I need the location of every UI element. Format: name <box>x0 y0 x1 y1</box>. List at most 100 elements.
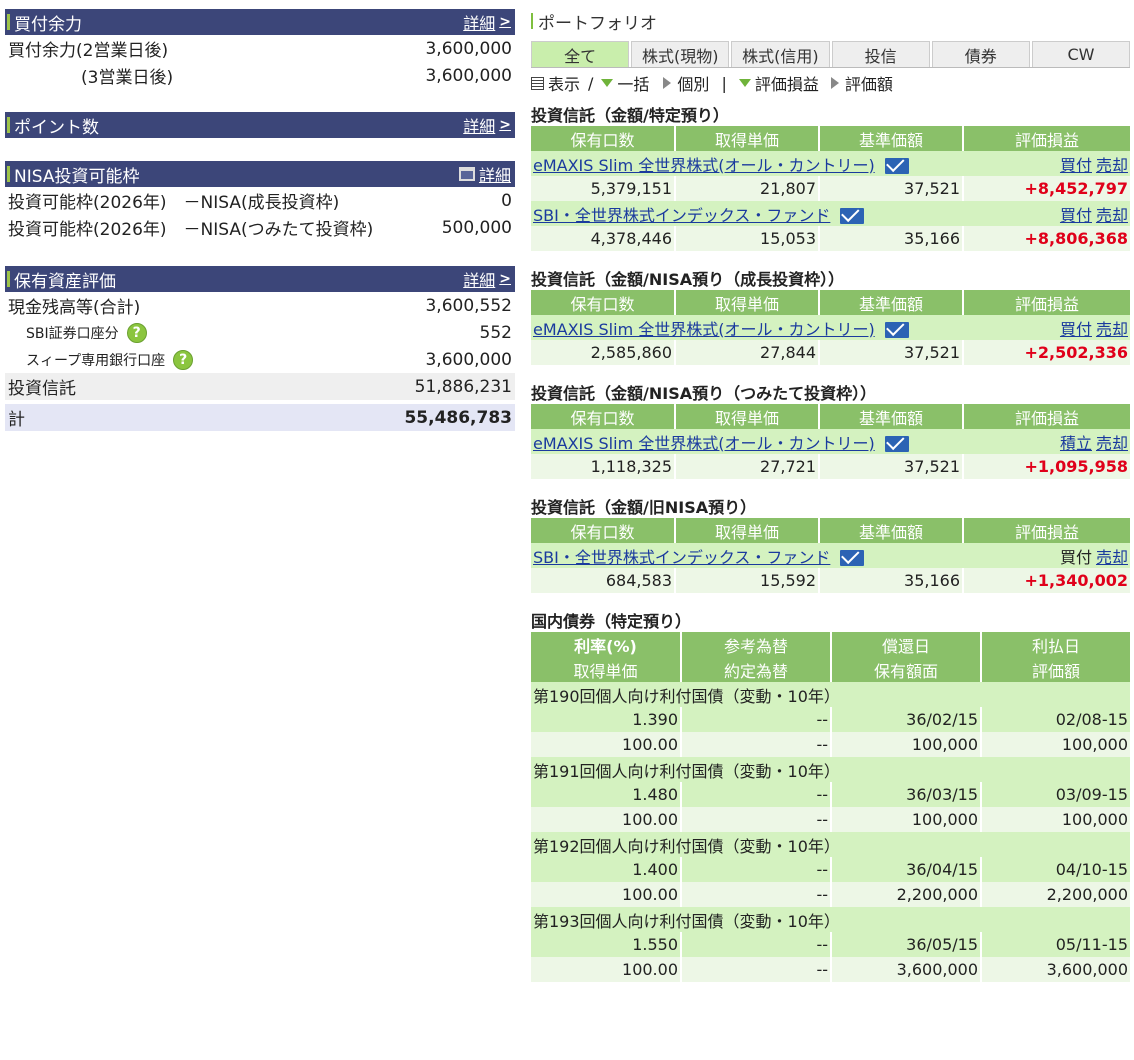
mail-icon[interactable] <box>884 436 909 452</box>
assets-title: 保有資産評価 <box>14 271 116 292</box>
row-value: 3,600,000 <box>425 38 512 59</box>
fund-name-link[interactable]: SBI・全世界株式インデックス・ファンド <box>533 548 830 567</box>
units-cell: 5,379,151 <box>531 176 676 201</box>
sweep-label: スィープ専用銀行口座 <box>26 352 166 369</box>
cost-cell: 15,053 <box>675 226 820 251</box>
detail-label[interactable]: 詳細 <box>463 113 495 137</box>
mail-icon[interactable] <box>840 550 865 566</box>
help-icon[interactable]: ? <box>126 322 147 343</box>
fund-name-link[interactable]: SBI・全世界株式インデックス・ファンド <box>533 206 830 225</box>
cash-label: 現金残高等(合計) <box>8 298 141 318</box>
view-gain-option[interactable]: 評価損益 <box>738 71 819 95</box>
individual-label[interactable]: 個別 <box>677 71 709 95</box>
fund-values-row: 4,378,446 15,053 35,166 +8,806,368 <box>531 226 1130 251</box>
view-bulk-option[interactable]: 一括 <box>601 71 649 95</box>
sbi-value: 552 <box>479 322 512 343</box>
fund-table: 保有口数 取得単価 基準価額 評価損益 eMAXIS Slim 全世界株式(オー… <box>531 290 1130 365</box>
bond-row-1: 1.480 -- 36/03/15 03/09-15 <box>531 782 1130 807</box>
header-cell: 取得単価 <box>675 126 820 151</box>
bond-row-2: 100.00 -- 100,000 100,000 <box>531 807 1130 832</box>
amount-label[interactable]: 評価額 <box>845 71 893 95</box>
title-bar-icon <box>531 13 533 29</box>
fx2-cell: -- <box>681 732 832 757</box>
face-cell: 3,600,000 <box>831 957 982 982</box>
fund-name-link[interactable]: eMAXIS Slim 全世界株式(オール・カントリー) <box>533 320 875 339</box>
section-title: 投資信託（金額/NISA預り（成長投資枠）） <box>531 270 845 289</box>
fx2-cell: -- <box>681 882 832 907</box>
fund-values-row: 1,118,325 27,721 37,521 +1,095,958 <box>531 454 1130 479</box>
value-cell: 100,000 <box>981 732 1130 757</box>
points-header: ポイント数 詳細 > <box>5 112 515 138</box>
view-individual-option[interactable]: 個別 <box>663 71 709 95</box>
points-detail-link[interactable]: 詳細 > <box>463 113 511 137</box>
fund-name-link[interactable]: eMAXIS Slim 全世界株式(オール・カントリー) <box>533 434 875 453</box>
header-cell: 基準価額 <box>819 518 964 543</box>
fx2-cell: -- <box>681 807 832 832</box>
help-icon[interactable]: ? <box>173 349 194 370</box>
maturity-cell: 36/03/15 <box>831 782 982 807</box>
mail-icon[interactable] <box>884 158 909 174</box>
mail-icon[interactable] <box>884 322 909 338</box>
bulk-label[interactable]: 一括 <box>617 71 649 95</box>
tab-all[interactable]: 全て <box>531 41 630 67</box>
mail-icon[interactable] <box>840 208 865 224</box>
fx-cell: -- <box>681 932 832 957</box>
detail-label[interactable]: 詳細 <box>479 162 511 186</box>
nisa-title: NISA投資可能枠 <box>14 166 140 187</box>
sell-link[interactable]: 売却 <box>1096 548 1128 567</box>
cash-row: 現金残高等(合計) 3,600,552 <box>5 292 515 319</box>
nav-cell: 35,166 <box>819 568 964 593</box>
view-amount-option[interactable]: 評価額 <box>830 71 893 95</box>
assets-detail-link[interactable]: 詳細 > <box>463 267 511 291</box>
cost-cell: 100.00 <box>531 957 682 982</box>
cost-cell: 100.00 <box>531 882 682 907</box>
detail-label[interactable]: 詳細 <box>463 267 495 291</box>
sell-link[interactable]: 売却 <box>1096 434 1128 453</box>
bond-name: 第190回個人向け利付国債（変動・10年） <box>531 682 1130 707</box>
tab-cw[interactable]: CW <box>1031 41 1131 67</box>
accumulate-link[interactable]: 積立 <box>1060 434 1092 453</box>
cost-cell: 21,807 <box>675 176 820 201</box>
tab-fund[interactable]: 投信 <box>831 41 930 67</box>
units-cell: 4,378,446 <box>531 226 676 251</box>
row-value: 500,000 <box>441 217 512 238</box>
pay-cell: 04/10-15 <box>981 857 1130 882</box>
pay-cell: 03/09-15 <box>981 782 1130 807</box>
buy-link[interactable]: 買付 <box>1060 320 1092 339</box>
fund-table: 保有口数 取得単価 基準価額 評価損益 eMAXIS Slim 全世界株式(オー… <box>531 404 1130 479</box>
header-cell: 保有口数 <box>531 126 676 151</box>
tab-stock-cash[interactable]: 株式(現物) <box>631 41 730 67</box>
fund-name-link[interactable]: eMAXIS Slim 全世界株式(オール・カントリー) <box>533 156 875 175</box>
sell-link[interactable]: 売却 <box>1096 156 1128 175</box>
header-cell: 利払日 <box>981 632 1130 657</box>
portfolio-panel: ポートフォリオ 全て 株式(現物) 株式(信用) 投信 債券 CW 表示 / 一… <box>531 9 1131 982</box>
fund-values-row: 2,585,860 27,844 37,521 +2,502,336 <box>531 340 1130 365</box>
sell-link[interactable]: 売却 <box>1096 206 1128 225</box>
sbi-account-row: SBI証券口座分? 552 <box>5 319 515 346</box>
triangle-down-icon <box>601 79 614 87</box>
left-panel: 買付余力 詳細 > 買付余力(2営業日後) 3,600,000 (3営業日後) 3… <box>5 9 515 431</box>
header-cell: 評価損益 <box>963 404 1130 429</box>
row-label: (3営業日後) <box>81 68 174 88</box>
fx2-cell: -- <box>681 957 832 982</box>
cost-cell: 100.00 <box>531 807 682 832</box>
gain-label[interactable]: 評価損益 <box>755 71 819 95</box>
header-cell: 取得単価 <box>675 290 820 315</box>
tab-stock-margin[interactable]: 株式(信用) <box>731 41 830 67</box>
detail-label[interactable]: 詳細 <box>463 10 495 34</box>
sell-link[interactable]: 売却 <box>1096 320 1128 339</box>
buying-power-detail-link[interactable]: 詳細 > <box>463 10 511 34</box>
units-cell: 684,583 <box>531 568 676 593</box>
buy-link[interactable]: 買付 <box>1060 156 1092 175</box>
cost-cell: 15,592 <box>675 568 820 593</box>
table-header: 保有口数 取得単価 基準価額 評価損益 <box>531 290 1130 315</box>
buy-link[interactable]: 買付 <box>1060 206 1092 225</box>
section-title: 投資信託（金額/特定預り） <box>531 106 729 125</box>
header-cell: 利率(%) <box>531 632 682 657</box>
header-bar-icon <box>7 166 10 182</box>
fx-cell: -- <box>681 857 832 882</box>
bond-name-row: 第191回個人向け利付国債（変動・10年） <box>531 757 1130 782</box>
nisa-detail-link[interactable]: 詳細 <box>458 162 511 186</box>
tab-bond[interactable]: 債券 <box>931 41 1030 67</box>
rate-cell: 1.400 <box>531 857 682 882</box>
